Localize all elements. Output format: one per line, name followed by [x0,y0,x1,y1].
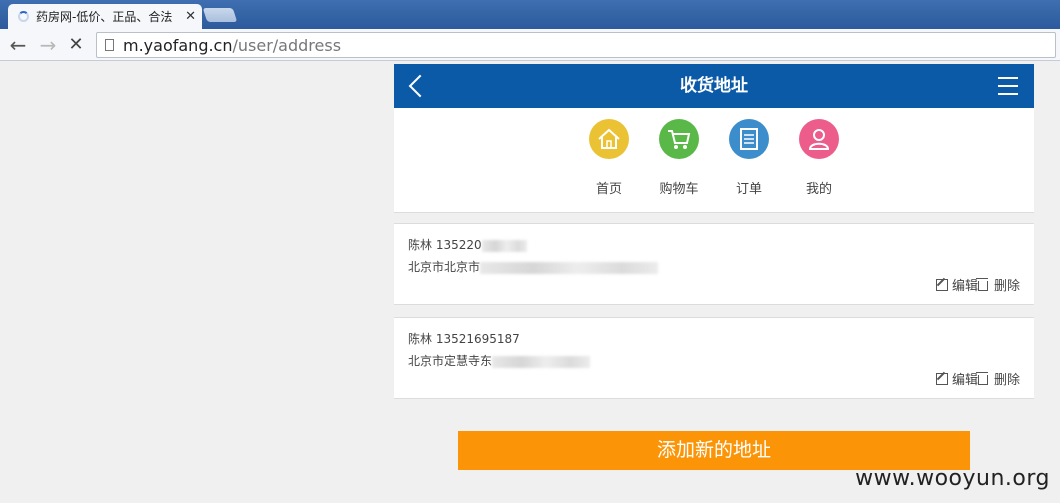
page-title: 收货地址 [680,76,748,96]
forward-arrow-icon[interactable]: → [36,32,60,58]
quick-nav: 首页 购物车 订单 我的 [394,108,1034,213]
address-card: 陈林 13521695187 北京市定慧寺东 编辑 删除 [394,317,1034,399]
edit-icon [935,278,948,291]
page-viewport: 收货地址 首页 购物车 订单 我的 陈林 135220 北京市北京市 编辑 删除… [0,61,1060,503]
back-arrow-icon[interactable]: ← [6,32,30,58]
nav-label-cart: 购物车 [659,182,699,197]
address-bar[interactable]: m.yaofang.cn/user/address [96,32,1056,58]
browser-toolbar: ← → ✕ m.yaofang.cn/user/address [0,29,1060,61]
trash-icon [975,277,988,291]
nav-item-orders[interactable]: 订单 [719,119,779,197]
edit-button[interactable]: 编辑 [935,369,978,388]
document-icon [729,119,769,159]
nav-item-cart[interactable]: 购物车 [649,119,709,197]
address-text: 北京市北京市 [408,258,659,275]
home-icon [589,119,629,159]
mobile-page: 收货地址 首页 购物车 订单 我的 陈林 135220 北京市北京市 编辑 删除… [394,61,1034,503]
edit-icon [935,372,948,385]
delete-button[interactable]: 删除 [975,369,1020,388]
nav-item-home[interactable]: 首页 [579,119,639,197]
page-header: 收货地址 [394,64,1034,108]
address-actions: 编辑 删除 [935,275,1020,294]
nav-item-profile[interactable]: 我的 [789,119,849,197]
menu-icon[interactable] [998,77,1018,95]
browser-tabstrip: 药房网-低价、正品、合法 ✕ [0,0,1060,29]
url-host: m.yaofang.cn [123,35,233,55]
address-card: 陈林 135220 北京市北京市 编辑 删除 [394,223,1034,305]
page-icon [105,39,114,51]
watermark: www.wooyun.org [855,466,1050,491]
url-path: /user/address [232,35,342,55]
browser-tab[interactable]: 药房网-低价、正品、合法 ✕ [8,4,202,29]
cart-icon [659,119,699,159]
delete-button[interactable]: 删除 [975,275,1020,294]
add-address-button[interactable]: 添加新的地址 [458,431,970,470]
address-actions: 编辑 删除 [935,369,1020,388]
nav-label-orders: 订单 [735,182,762,197]
address-name-phone: 陈林 135220 [408,236,527,253]
address-name-phone: 陈林 13521695187 [408,332,520,346]
nav-label-profile: 我的 [805,182,832,197]
tab-close-icon[interactable]: ✕ [185,9,196,24]
user-icon [799,119,839,159]
stop-icon[interactable]: ✕ [64,32,88,58]
tab-title: 药房网-低价、正品、合法 [36,10,173,24]
address-text: 北京市定慧寺东 [408,352,591,369]
trash-icon [975,371,988,385]
loading-spinner-icon [18,11,29,22]
nav-label-home: 首页 [595,182,622,197]
new-tab-button[interactable] [202,8,238,22]
edit-button[interactable]: 编辑 [935,275,978,294]
